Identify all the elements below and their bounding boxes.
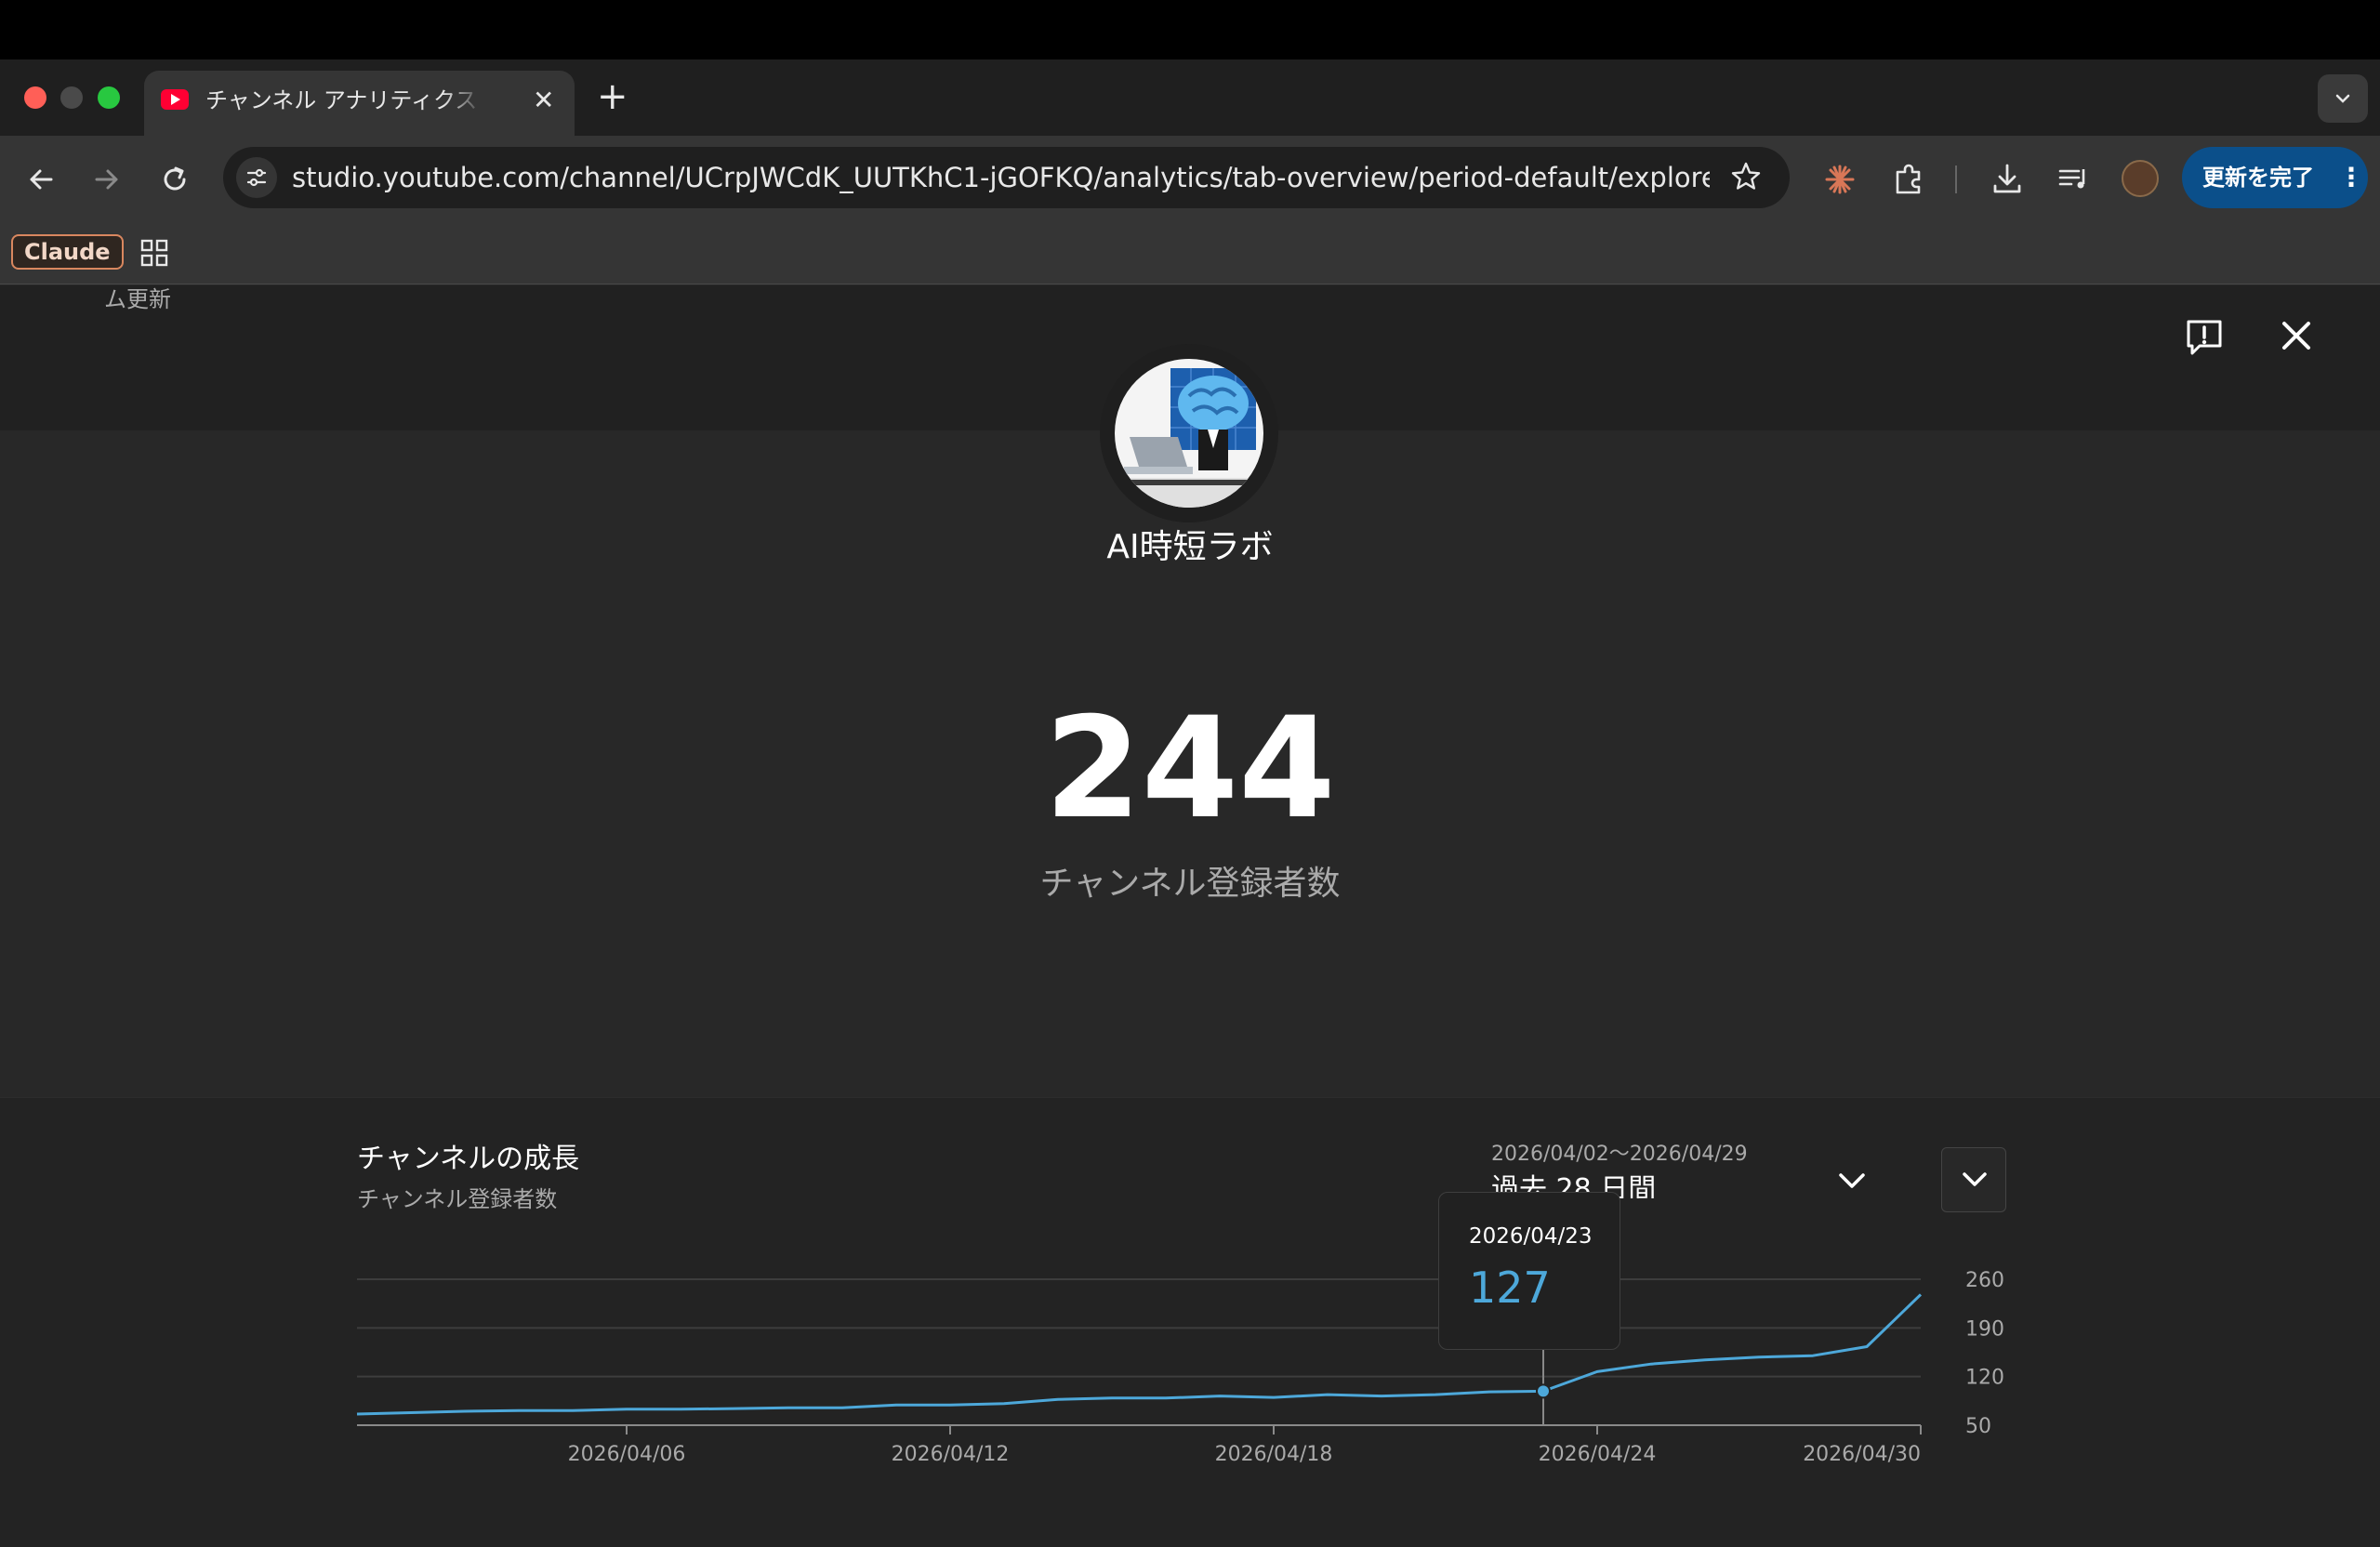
download-icon[interactable] xyxy=(1988,160,2027,199)
tooltip-value: 127 xyxy=(1469,1263,1551,1313)
highlighted-data-point[interactable] xyxy=(1536,1383,1551,1399)
browser-tab[interactable]: チャンネル アナリティクス - YouTube Studio ✕ xyxy=(144,71,575,136)
y-axis-ticks: 50 120 190 260 xyxy=(1965,1269,2004,1438)
tune-icon xyxy=(246,168,267,187)
y-tick-label: 50 xyxy=(1965,1415,1991,1438)
new-tab-button[interactable]: + xyxy=(597,76,628,117)
growth-title: チャンネルの成長 xyxy=(357,1143,580,1175)
channel-avatar xyxy=(1100,344,1278,522)
tab-close-icon[interactable]: ✕ xyxy=(533,84,554,117)
x-tick-label: 2026/04/12 xyxy=(892,1443,1010,1466)
browser-menu-icon[interactable]: ⋮ xyxy=(2338,159,2364,196)
forward-icon[interactable] xyxy=(89,162,125,197)
back-icon[interactable] xyxy=(23,162,59,197)
growth-subtitle: チャンネル登録者数 xyxy=(357,1186,558,1212)
window-maximize-button[interactable] xyxy=(98,86,120,109)
reload-icon[interactable] xyxy=(157,162,192,197)
period-dropdown-chevron-icon[interactable] xyxy=(1833,1163,1871,1200)
window-close-button[interactable] xyxy=(24,86,46,109)
address-bar[interactable]: studio.youtube.com/channel/UCrpJWCdK_UUT… xyxy=(223,147,1790,208)
window-top-bar xyxy=(0,0,2380,60)
url-text: studio.youtube.com/channel/UCrpJWCdK_UUT… xyxy=(292,162,1710,193)
close-icon[interactable] xyxy=(2280,319,2313,352)
channel-avatar-image xyxy=(1115,359,1263,508)
subscriber-count: 244 xyxy=(1044,688,1336,850)
tab-search-button[interactable] xyxy=(2318,74,2368,123)
tab-title: チャンネル アナリティクス - YouTube Studio xyxy=(205,87,484,113)
bookmark-claude[interactable]: Claude xyxy=(11,234,124,270)
youtube-favicon-icon xyxy=(161,89,189,110)
chevron-down-icon xyxy=(2335,94,2350,103)
media-queue-icon[interactable] xyxy=(2055,160,2094,199)
y-tick-label: 190 xyxy=(1965,1317,2004,1341)
series-line xyxy=(356,1293,1923,1416)
series-points xyxy=(1536,1383,1551,1399)
chart-gridlines xyxy=(357,1278,1921,1426)
x-tick-label: 2026/04/30 xyxy=(1803,1443,1921,1466)
period-range: 2026/04/02～2026/04/29 xyxy=(1491,1143,1748,1166)
y-tick-label: 260 xyxy=(1965,1269,2004,1292)
subscriber-count-label: チャンネル登録者数 xyxy=(1039,865,1341,903)
site-info-button[interactable] xyxy=(236,157,277,198)
apps-grid-icon[interactable] xyxy=(139,238,169,268)
x-tick-label: 2026/04/18 xyxy=(1215,1443,1333,1466)
update-browser-button[interactable]: 更新を完了 ⋮ xyxy=(2182,147,2368,208)
window-minimize-button[interactable] xyxy=(60,86,83,109)
tooltip-date: 2026/04/23 xyxy=(1469,1224,1593,1249)
growth-line-chart[interactable]: 50120190260 2026/04/06 2026/04/12 2026/04/… xyxy=(0,1236,2380,1488)
bookmark-star-icon[interactable] xyxy=(1729,160,1763,193)
bookmarks-bar: Claude xyxy=(0,221,2380,284)
channel-name: AI時短ラボ xyxy=(1106,528,1274,566)
x-axis-ticks: 2026/04/06 2026/04/12 2026/04/18 2026/04/24… xyxy=(568,1425,1922,1466)
chevron-down-icon xyxy=(1963,1172,1987,1186)
channel-logo-icon xyxy=(1115,368,1263,508)
partial-header-text: ム更新 xyxy=(104,286,171,312)
expand-chart-button[interactable] xyxy=(1941,1147,2006,1212)
x-tick-label: 2026/04/06 xyxy=(568,1443,686,1466)
toolbar-divider xyxy=(1955,165,1957,193)
claude-extension-icon[interactable] xyxy=(1820,160,1859,199)
feedback-icon[interactable] xyxy=(2183,316,2226,359)
update-button-label: 更新を完了 xyxy=(2202,165,2314,191)
extensions-puzzle-icon[interactable] xyxy=(1889,160,1928,199)
profile-avatar[interactable] xyxy=(2122,160,2159,197)
y-tick-label: 120 xyxy=(1965,1367,2004,1390)
chart-tooltip: 2026/04/23 127 xyxy=(1438,1192,1620,1350)
x-tick-label: 2026/04/24 xyxy=(1539,1443,1657,1466)
